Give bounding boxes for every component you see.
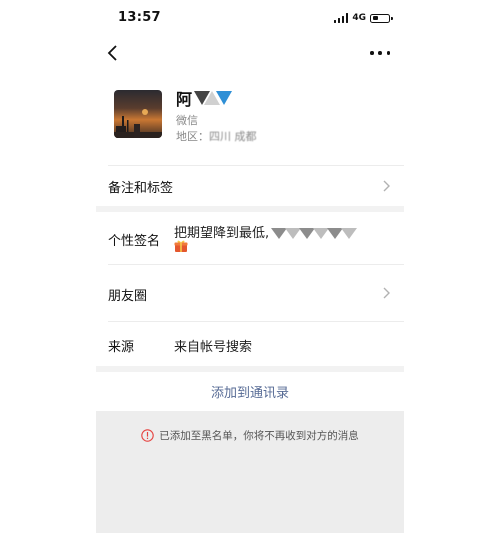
avatar-image: [114, 109, 162, 138]
moments-label: 朋友圈: [108, 289, 148, 304]
region-label: 地区：: [176, 130, 209, 143]
status-indicators: 4G: [333, 12, 393, 24]
chevron-right-icon: [383, 180, 390, 192]
battery-icon: [370, 13, 393, 23]
signature-value: 把期望降到最低,: [174, 226, 270, 241]
warning-icon: [141, 429, 154, 442]
region: 地区：四川 成都: [176, 128, 257, 144]
more-dots-icon: [370, 51, 374, 55]
name-row: 阿: [176, 88, 233, 109]
signature-row: 个性签名 把期望降到最低,: [96, 212, 404, 264]
source-value: 来自帐号搜索: [174, 340, 253, 355]
add-to-contacts-button[interactable]: 添加到通讯录: [96, 372, 404, 410]
source-row: 来源 来自帐号搜索: [96, 322, 404, 366]
phone-screen: 13:57 4G 阿 微信 地区：四川 成都 备注和标签 个性签名 把期望降到最…: [96, 0, 404, 533]
signature-label: 个性签名: [108, 234, 161, 249]
chevron-right-icon: [383, 287, 390, 299]
signal-icon: [333, 13, 349, 23]
nav-bar: [96, 38, 404, 68]
blacklist-notice: 已添加至黑名单，你将不再收到对方的消息: [96, 428, 404, 443]
blacklist-notice-text: 已添加至黑名单，你将不再收到对方的消息: [159, 430, 359, 442]
remarks-tags-label: 备注和标签: [108, 181, 174, 196]
profile-header: 阿 微信 地区：四川 成都: [96, 78, 404, 166]
name-mosaic: [194, 91, 233, 105]
region-value: 四川 成都: [209, 130, 257, 143]
status-bar: 13:57 4G: [96, 0, 404, 36]
wechat-label: 微信: [176, 114, 198, 127]
source-label: 来源: [108, 340, 135, 355]
network-type: 4G: [352, 13, 366, 23]
signature-text: 把期望降到最低,: [174, 222, 358, 241]
gift-icon: [174, 240, 188, 252]
chevron-left-icon: [107, 45, 117, 61]
more-button[interactable]: [370, 44, 390, 62]
blacklist-notice-area: 已添加至黑名单，你将不再收到对方的消息: [96, 411, 404, 533]
remarks-tags-row[interactable]: 备注和标签: [96, 166, 404, 206]
back-button[interactable]: [106, 44, 122, 62]
avatar[interactable]: [114, 90, 162, 138]
moments-row[interactable]: 朋友圈: [96, 265, 404, 321]
contact-name: 阿: [176, 90, 193, 109]
signature-mosaic: [271, 228, 358, 239]
status-time: 13:57: [118, 10, 161, 25]
